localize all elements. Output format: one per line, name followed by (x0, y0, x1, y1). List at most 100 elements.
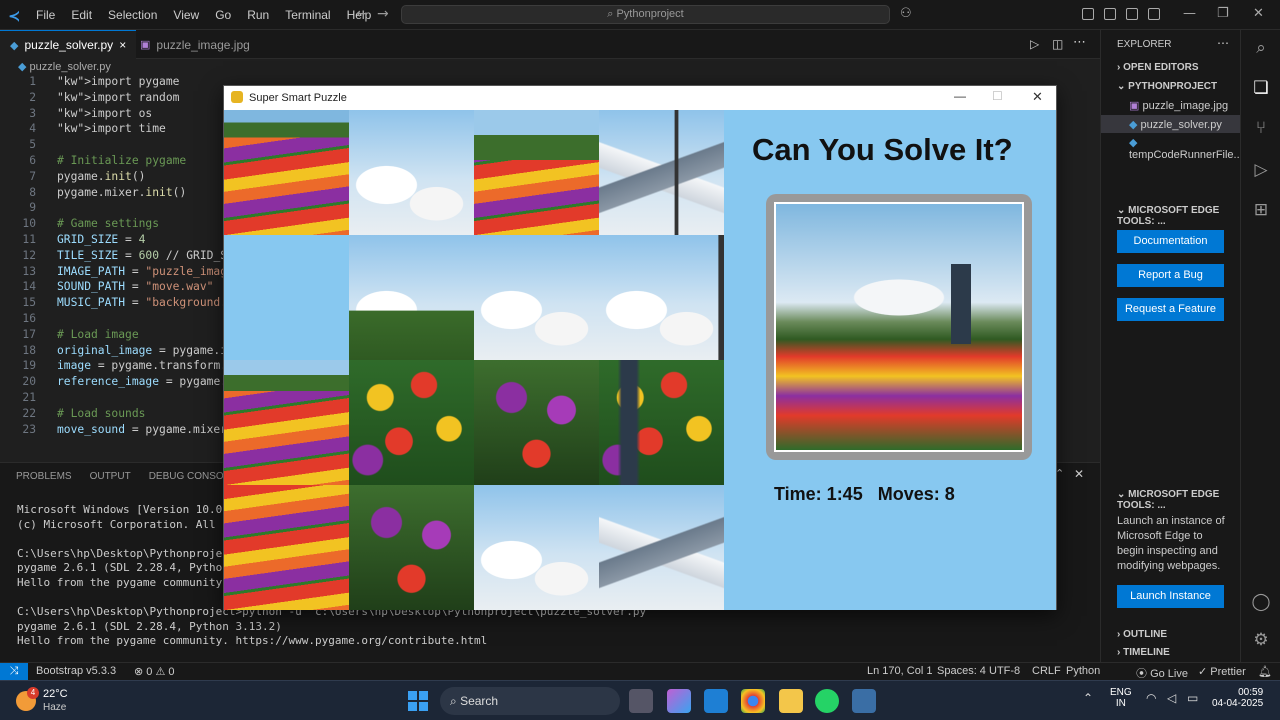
puzzle-tile[interactable] (474, 485, 599, 610)
pygame-close-icon[interactable]: ✕ (1032, 89, 1043, 105)
launch-instance-button[interactable]: Launch Instance (1117, 585, 1224, 608)
puzzle-tile[interactable] (599, 235, 724, 360)
menu-terminal[interactable]: Terminal (277, 8, 338, 22)
maximize-icon[interactable]: ❐ (1217, 6, 1229, 21)
code-line[interactable]: original_image = pygame.im (57, 344, 234, 357)
command-center-search[interactable]: ⌕ Pythonproject (401, 5, 890, 24)
code-line[interactable]: # Initialize pygame (57, 154, 186, 167)
code-line[interactable]: "kw">import pygame (57, 75, 179, 88)
menu-go[interactable]: Go (207, 8, 239, 22)
tab-close-icon[interactable]: × (119, 38, 126, 52)
remote-icon[interactable]: ⤨ (0, 663, 28, 681)
toggle-panel-icon[interactable] (1126, 8, 1138, 20)
toggle-sidebar-icon[interactable] (1104, 8, 1116, 20)
vscode-app-icon[interactable] (704, 689, 728, 713)
documentation-button[interactable]: Documentation (1117, 230, 1224, 253)
minimize-icon[interactable]: — (1183, 6, 1196, 21)
toggle-secondary-sidebar-icon[interactable] (1148, 8, 1160, 20)
puzzle-tile[interactable] (599, 110, 724, 235)
chrome-app-icon[interactable] (741, 689, 765, 713)
copilot-app-icon[interactable] (667, 689, 691, 713)
run-icon[interactable]: ▷ (1030, 37, 1039, 51)
timeline-header[interactable]: › TIMELINE (1117, 647, 1170, 658)
puzzle-tile[interactable] (224, 485, 349, 610)
puzzle-tile[interactable] (349, 360, 474, 485)
cursor-position[interactable]: Ln 170, Col 1 (867, 665, 932, 677)
explorer-icon[interactable]: ❏ (1251, 78, 1271, 98)
prettier-status[interactable]: ✓ Prettier (1198, 665, 1246, 678)
code-line[interactable]: "kw">import time (57, 122, 166, 135)
code-line[interactable]: "kw">import os (57, 107, 152, 120)
code-line[interactable]: pygame.mixer.init() (57, 186, 186, 199)
gear-icon[interactable]: ⚙ (1251, 630, 1271, 650)
project-header[interactable]: ⌄ PYTHONPROJECT (1117, 81, 1217, 92)
outline-header[interactable]: › OUTLINE (1117, 629, 1167, 640)
menu-file[interactable]: File (28, 8, 63, 22)
back-arrow-icon[interactable]: ← (356, 6, 368, 22)
pygame-maximize-icon[interactable]: ☐ (992, 89, 1003, 103)
code-line[interactable]: # Load image (57, 328, 139, 341)
report-bug-button[interactable]: Report a Bug (1117, 264, 1224, 287)
code-line[interactable]: MUSIC_PATH = "background.m (57, 296, 234, 309)
code-line[interactable]: "kw">import random (57, 91, 179, 104)
tab-output[interactable]: OUTPUT (90, 471, 131, 482)
file-item-temp-runner[interactable]: ◆ tempCodeRunnerFile... (1129, 136, 1243, 161)
copilot-icon[interactable]: ⚇ (900, 6, 912, 21)
code-line[interactable]: pygame.init() (57, 170, 145, 183)
code-line[interactable]: IMAGE_PATH = "puzzle_image (57, 265, 234, 278)
python-app-icon[interactable] (852, 689, 876, 713)
puzzle-tile[interactable] (474, 110, 599, 235)
code-line[interactable]: image = pygame.transform.s (57, 359, 234, 372)
puzzle-empty-slot[interactable] (224, 235, 349, 360)
code-line[interactable]: # Load sounds (57, 407, 145, 420)
forward-arrow-icon[interactable]: → (377, 6, 389, 22)
puzzle-tile[interactable] (224, 110, 349, 235)
go-live-status[interactable]: ⦿ Go Live (1136, 665, 1188, 681)
volume-icon[interactable]: ◁ (1167, 691, 1176, 705)
code-line[interactable]: reference_image = pygame.t (57, 375, 234, 388)
search-icon[interactable]: ⌕ (1251, 38, 1271, 58)
tab-puzzle-solver[interactable]: ◆ puzzle_solver.py × (0, 30, 137, 59)
eol-status[interactable]: CRLF (1032, 665, 1061, 677)
request-feature-button[interactable]: Request a Feature (1117, 298, 1224, 321)
code-line[interactable]: SOUND_PATH = "move.wav" (57, 280, 213, 293)
code-line[interactable]: move_sound = pygame.mixer. (57, 423, 234, 436)
bootstrap-status[interactable]: Bootstrap v5.3.3 (36, 665, 116, 677)
extensions-icon[interactable]: ⊞ (1251, 200, 1271, 220)
edge-tools-header[interactable]: ⌄ MICROSOFT EDGE TOOLS: ... (1117, 205, 1240, 227)
wifi-icon[interactable]: ◠ (1146, 691, 1156, 705)
tab-problems[interactable]: PROBLEMS (16, 471, 72, 482)
code-line[interactable]: GRID_SIZE = 4 (57, 233, 145, 246)
close-panel-icon[interactable]: ✕ (1074, 467, 1084, 481)
battery-icon[interactable]: ▭ (1187, 691, 1198, 705)
problems-status[interactable]: ⊗ 0 ⚠ 0 (134, 665, 174, 678)
puzzle-tile[interactable] (224, 360, 349, 485)
code-line[interactable]: # Game settings (57, 217, 159, 230)
split-editor-icon[interactable]: ◫ (1052, 37, 1063, 51)
run-debug-icon[interactable]: ▷ (1251, 160, 1271, 180)
account-icon[interactable]: ◯ (1251, 592, 1271, 612)
open-editors-header[interactable]: › OPEN EDITORS (1117, 62, 1199, 73)
layout-icon[interactable] (1082, 8, 1094, 20)
file-item-puzzle-solver[interactable]: ◆ puzzle_solver.py (1129, 118, 1222, 131)
notifications-icon[interactable]: 🔔︎ (1258, 665, 1272, 678)
puzzle-tile[interactable] (349, 485, 474, 610)
taskbar-search[interactable]: ⌕ Search (440, 687, 620, 715)
language-status[interactable]: Python (1066, 665, 1100, 677)
encoding-status[interactable]: UTF-8 (989, 665, 1020, 677)
file-explorer-icon[interactable] (779, 689, 803, 713)
more-actions-icon[interactable]: ⋯ (1073, 35, 1086, 50)
puzzle-tile[interactable] (349, 110, 474, 235)
explorer-more-icon[interactable]: ⋯ (1217, 36, 1229, 50)
file-item-puzzle-image[interactable]: ▣ puzzle_image.jpg (1129, 99, 1228, 112)
task-view-icon[interactable] (629, 689, 653, 713)
puzzle-tile[interactable] (349, 235, 474, 360)
menu-selection[interactable]: Selection (100, 8, 165, 22)
edge-tools-header-2[interactable]: ⌄ MICROSOFT EDGE TOOLS: ... (1117, 489, 1240, 511)
tab-puzzle-image[interactable]: ▣ puzzle_image.jpg (130, 30, 260, 59)
code-line[interactable]: TILE_SIZE = 600 // GRID_SI (57, 249, 234, 262)
clock[interactable]: 00:59 04-04-2025 (1212, 687, 1263, 709)
menu-view[interactable]: View (165, 8, 207, 22)
menu-edit[interactable]: Edit (63, 8, 100, 22)
puzzle-tile[interactable] (599, 485, 724, 610)
